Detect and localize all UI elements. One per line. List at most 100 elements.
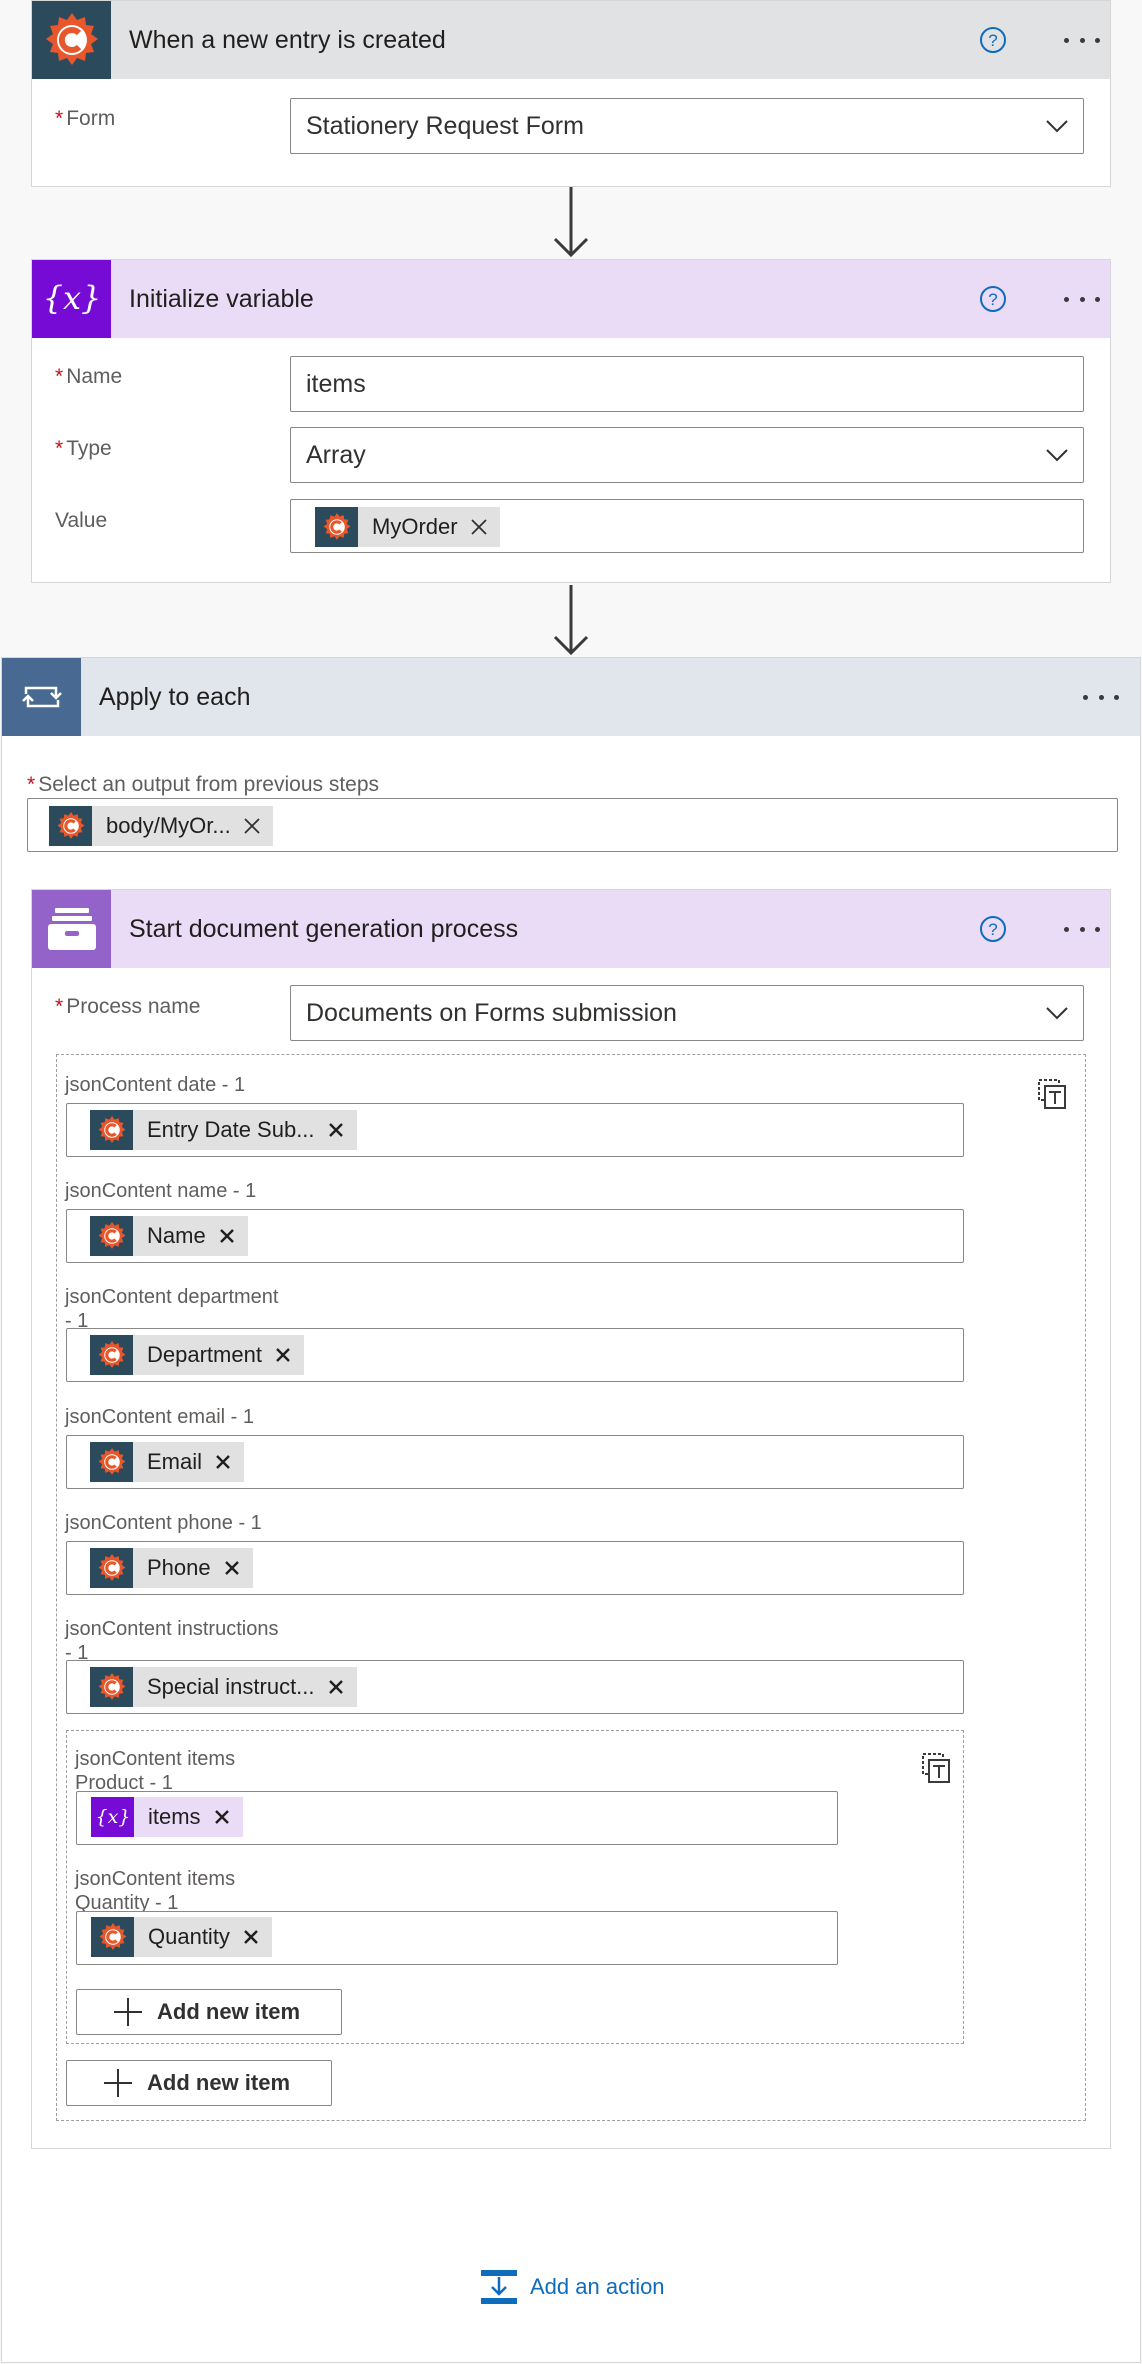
initialize-variable-card: {x} Initialize variable ? * Name items * T… [31,259,1111,583]
token-label: items [148,1804,201,1829]
value-field-label: Value [55,509,108,532]
apply-to-each-title: Apply to each [99,683,251,711]
arrow-down-icon [553,585,589,656]
start-document-generation-header[interactable]: Start document generation process ? [32,890,1110,968]
help-icon[interactable]: ? [979,285,1007,313]
process-name-select[interactable]: Documents on Forms submission [290,985,1084,1041]
name-input-value: items [306,369,366,398]
token-label: Quantity [148,1924,230,1949]
token-label: Phone [147,1555,211,1580]
department-token[interactable]: Department [90,1335,304,1375]
copy-icon[interactable] [1037,1078,1067,1110]
json-field-label: jsonContent department [65,1286,279,1308]
token-label: MyOrder [372,514,458,539]
form-select[interactable]: Stationery Request Form [290,98,1084,154]
token-label: Entry Date Sub... [147,1117,315,1142]
cognito-forms-icon [91,1917,134,1957]
cognito-forms-icon [32,1,111,79]
phone-token[interactable]: Phone [90,1548,253,1588]
items-variable-token[interactable]: {x} items [91,1797,243,1837]
json-field-label: jsonContent instructions [65,1618,279,1640]
variable-icon: {x} [32,260,111,338]
cognito-forms-icon [90,1216,133,1256]
more-icon[interactable] [1062,23,1102,57]
json-field-label: jsonContent phone - 1 [65,1512,262,1534]
close-icon[interactable] [327,1121,345,1139]
copy-icon[interactable] [921,1752,951,1784]
close-icon[interactable] [274,1346,292,1364]
apply-to-each-header[interactable]: Apply to each [2,658,1140,736]
more-icon[interactable] [1081,680,1121,714]
token-label: Email [147,1449,203,1474]
json-items-label: jsonContent items [75,1868,236,1890]
svg-text:?: ? [988,290,997,309]
add-new-item-label: Add new item [147,2070,291,2095]
cognito-forms-icon [90,1335,133,1375]
token-label: Name [147,1223,206,1248]
more-icon[interactable] [1062,282,1102,316]
trigger-title: When a new entry is created [129,26,446,54]
more-icon[interactable] [1062,912,1102,946]
close-icon[interactable] [218,1227,236,1245]
json-field-label: jsonContent email - 1 [65,1406,254,1428]
token-label: Department [147,1342,262,1367]
quantity-token[interactable]: Quantity [91,1917,272,1957]
svg-text:?: ? [988,920,997,939]
start-document-generation-title: Start document generation process [129,915,519,943]
add-action-icon [481,2270,517,2304]
help-icon[interactable]: ? [979,915,1007,943]
trigger-card-header[interactable]: When a new entry is created ? [32,1,1110,79]
name-input[interactable]: items [290,356,1084,412]
body-myorder-token[interactable]: body/MyOr... [49,806,273,846]
json-field-label: jsonContent name - 1 [65,1180,257,1202]
cognito-forms-icon [49,806,92,846]
plus-icon [104,2069,132,2097]
json-items-label: jsonContent items [75,1748,236,1770]
plus-icon [114,1998,142,2026]
initialize-variable-title: Initialize variable [129,285,314,313]
document-generation-icon [32,890,111,968]
cognito-forms-icon [90,1442,133,1482]
chevron-down-icon [1046,1007,1068,1020]
add-new-item-button-inner[interactable]: Add new item [76,1989,342,2035]
close-icon[interactable] [214,1453,232,1471]
close-icon[interactable] [327,1678,345,1696]
help-icon[interactable]: ? [979,26,1007,54]
close-icon[interactable] [243,817,261,835]
cognito-forms-icon [90,1110,133,1150]
cognito-forms-icon [90,1667,133,1707]
close-icon[interactable] [470,518,488,536]
json-content-group: jsonContent date - 1 Entry Date Sub... j… [56,1054,1086,2121]
form-select-value: Stationery Request Form [306,111,584,140]
svg-text:{x}: {x} [42,279,101,317]
svg-text:{x}: {x} [95,1806,130,1828]
json-field-label: jsonContent date - 1 [65,1074,246,1096]
cognito-forms-icon [90,1548,133,1588]
add-new-item-button-outer[interactable]: Add new item [66,2060,332,2106]
add-new-item-label: Add new item [157,1999,301,2024]
type-select[interactable]: Array [290,427,1084,483]
name-token[interactable]: Name [90,1216,248,1256]
initialize-variable-header[interactable]: {x} Initialize variable ? [32,260,1110,338]
close-icon[interactable] [242,1928,260,1946]
token-label: Special instruct... [147,1674,315,1699]
start-document-generation-card: Start document generation process ? * Pro… [31,889,1111,2149]
type-select-value: Array [306,440,366,469]
svg-text:?: ? [988,31,997,50]
token-label: body/MyOr... [106,813,231,838]
form-field-label: * Form [55,107,116,130]
special-instructions-token[interactable]: Special instruct... [90,1667,357,1707]
variable-icon: {x} [91,1797,134,1837]
close-icon[interactable] [223,1559,241,1577]
myorder-token[interactable]: MyOrder [315,507,500,547]
process-name-value: Documents on Forms submission [306,998,677,1027]
trigger-card: When a new entry is created ? * Form Stat… [31,0,1111,187]
add-action-link[interactable]: Add an action [480,2267,665,2307]
loop-icon [2,658,81,736]
close-icon[interactable] [213,1808,231,1826]
cognito-forms-icon [315,507,358,547]
select-output-label: * Select an output from previous steps [27,773,380,796]
entry-date-token[interactable]: Entry Date Sub... [90,1110,357,1150]
email-token[interactable]: Email [90,1442,245,1482]
arrow-down-icon [553,187,589,258]
